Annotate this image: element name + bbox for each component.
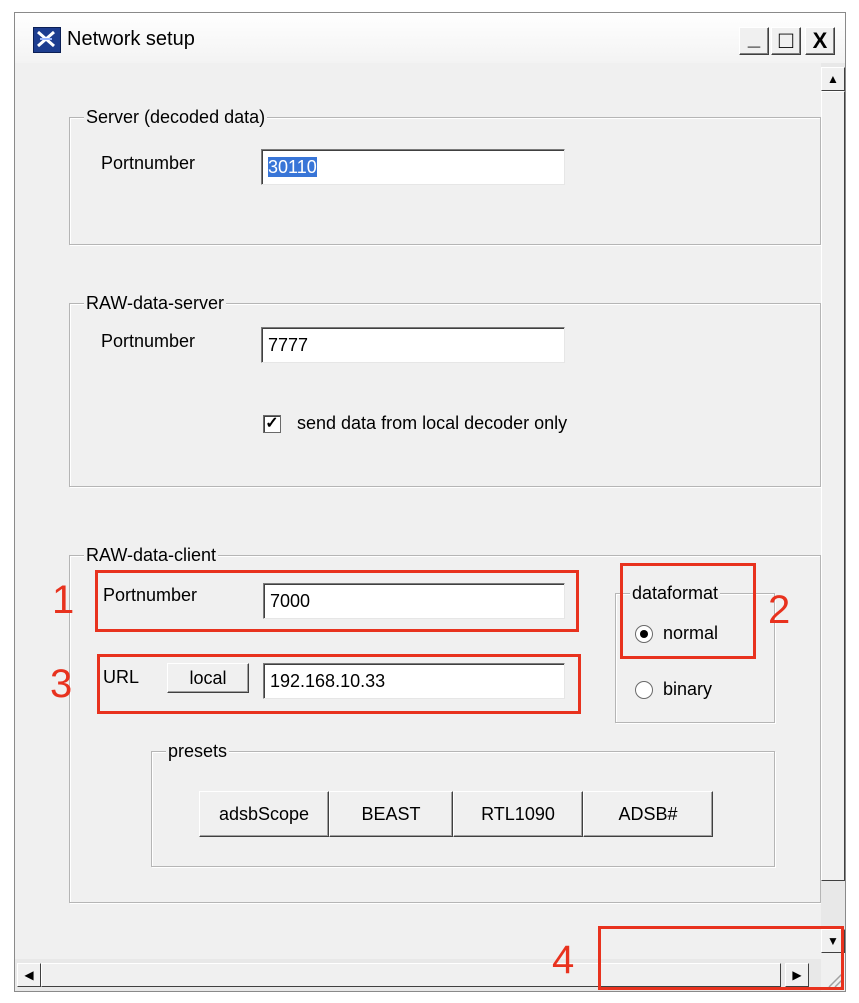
dataformat-binary-radio[interactable] — [635, 681, 653, 699]
maximize-icon: □ — [778, 27, 794, 54]
local-only-checkbox[interactable]: ✓ — [263, 415, 281, 433]
close-button[interactable]: X — [805, 27, 835, 55]
preset-beast-button[interactable]: BEAST — [329, 791, 453, 837]
scroll-left-button[interactable]: ◀ — [17, 963, 41, 987]
annotation-box-3 — [97, 654, 581, 714]
app-icon — [33, 27, 61, 53]
title-bar[interactable]: Network setup _ □ X — [15, 13, 845, 63]
annotation-box-2 — [620, 563, 756, 659]
preset-adsbsharp-button[interactable]: ADSB# — [583, 791, 713, 837]
arrow-left-icon: ◀ — [24, 968, 34, 982]
client-area: Server (decoded data) Portnumber 30110 R… — [15, 63, 821, 933]
raw-server-port-input[interactable]: 7777 — [261, 327, 565, 363]
minimize-button[interactable]: _ — [739, 27, 769, 55]
minimize-icon: _ — [747, 25, 761, 50]
window-title: Network setup — [67, 28, 195, 50]
annotation-number-4: 4 — [552, 938, 575, 982]
vertical-scrollbar[interactable]: ▲ ▼ — [821, 63, 845, 953]
raw-server-port-label: Portnumber — [101, 331, 196, 351]
annotation-box-1 — [95, 570, 579, 632]
presets-label: presets — [166, 740, 230, 762]
annotation-number-3: 3 — [50, 662, 73, 706]
server-port-label: Portnumber — [101, 153, 196, 173]
server-group-label: Server (decoded data) — [84, 106, 268, 128]
server-port-input[interactable]: 30110 — [261, 149, 565, 185]
raw-client-group-label: RAW-data-client — [84, 544, 219, 566]
arrow-up-icon: ▲ — [827, 72, 839, 86]
vertical-scroll-thumb[interactable] — [821, 91, 845, 881]
annotation-number-1: 1 — [52, 578, 75, 622]
scroll-up-button[interactable]: ▲ — [821, 67, 845, 91]
network-setup-window: Network setup _ □ X Server (decoded data… — [14, 12, 846, 992]
preset-rtl1090-button[interactable]: RTL1090 — [453, 791, 583, 837]
annotation-box-4 — [598, 926, 844, 990]
server-port-value: 30110 — [268, 157, 317, 177]
raw-server-port-value: 7777 — [268, 335, 309, 355]
close-icon: X — [812, 28, 828, 53]
maximize-button[interactable]: □ — [771, 27, 801, 55]
dataformat-binary-label: binary — [663, 679, 713, 699]
preset-adsbscope-button[interactable]: adsbScope — [199, 791, 329, 837]
annotation-number-2: 2 — [768, 588, 791, 632]
local-only-label: send data from local decoder only — [297, 413, 568, 433]
raw-server-group-label: RAW-data-server — [84, 292, 227, 314]
